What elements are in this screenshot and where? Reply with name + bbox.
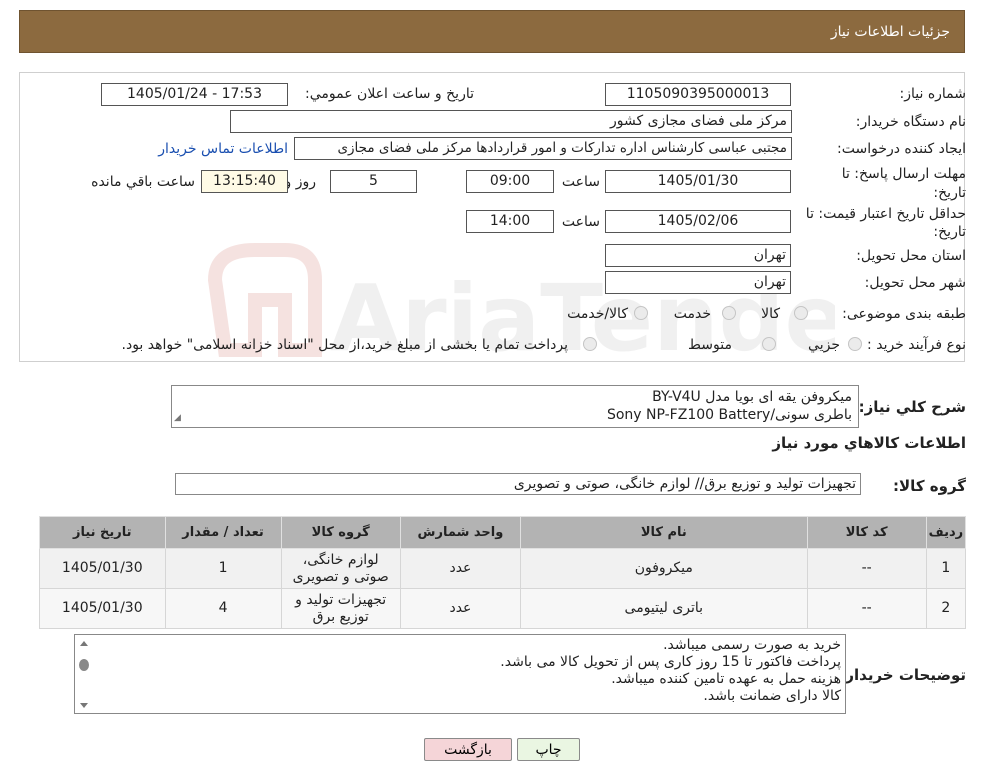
col-header-unit: واحد شمارش [399, 516, 522, 549]
cell-name: باتری لیتیومی [520, 588, 808, 629]
scroll-down-icon [80, 703, 88, 708]
validity-label: حداقل تاريخ اعتبار قيمت: تا [805, 206, 966, 222]
resize-handle-icon[interactable]: ◢ [174, 409, 181, 427]
col-header-name: نام کالا [520, 516, 808, 549]
province-field: تهران [605, 244, 791, 267]
days-label: روز و [284, 174, 317, 190]
col-header-code: کد کالا [806, 516, 927, 549]
announce-label: تاریخ و ساعت اعلان عمومي: [305, 86, 474, 102]
category-radio-goods-service[interactable] [634, 306, 648, 320]
cell-quantity: 1 [164, 548, 282, 589]
cell-unit: عدد [399, 548, 522, 589]
page-header: جزئیات اطلاعات نیاز [19, 10, 965, 53]
col-header-index: رديف [925, 516, 967, 549]
table-row: 2 -- باتری لیتیومی عدد تجهیزات تولید و ت… [39, 588, 967, 629]
remaining-time-field: 13:15:40 [201, 170, 288, 193]
back-button[interactable]: بازگشت [424, 738, 512, 761]
notes-line: خرید به صورت رسمی میباشد. [663, 637, 841, 653]
cell-group-line: صوتی و تصویری [292, 568, 389, 585]
days-remaining-field: 5 [330, 170, 417, 193]
summary-label: شرح کلي نياز: [858, 398, 966, 416]
cell-unit: عدد [399, 588, 522, 629]
deadline-time-field: 09:00 [466, 170, 554, 193]
goods-section-title: اطلاعات کالاهاي مورد نياز [772, 434, 966, 452]
buyer-notes-textarea[interactable]: خرید به صورت رسمی میباشد. پرداخت فاکتور … [74, 634, 846, 714]
cell-name: میکروفون [520, 548, 808, 589]
print-button[interactable]: چاپ [517, 738, 580, 761]
category-option-goods: کالا [761, 306, 780, 322]
remaining-label: ساعت باقي مانده [91, 174, 195, 190]
process-radio-medium[interactable] [762, 337, 776, 351]
cell-group: تجهیزات تولید و توزیع برق [280, 588, 401, 629]
cell-index: 1 [925, 548, 967, 589]
validity-date-field: 1405/02/06 [605, 210, 791, 233]
category-radio-goods[interactable] [794, 306, 808, 320]
cell-group-line: تجهیزات تولید و [295, 591, 387, 608]
notes-scrollbar[interactable] [75, 635, 93, 713]
deadline-date-field: 1405/01/30 [605, 170, 791, 193]
scroll-up-icon [80, 641, 88, 646]
cell-group-line: لوازم خانگی، [302, 551, 379, 568]
buyer-org-label: نام دستگاه خريدار: [855, 114, 966, 130]
process-radio-minor[interactable] [848, 337, 862, 351]
category-radio-service[interactable] [722, 306, 736, 320]
deadline-time-label: ساعت [561, 174, 600, 190]
cell-group-line: توزیع برق [312, 608, 369, 625]
notes-line: هزینه حمل به عهده تامین کننده میباشد. [611, 671, 841, 687]
process-checkbox-treasury[interactable] [583, 337, 597, 351]
summary-line: میکروفن یقه ای بویا مدل BY-V4U [652, 389, 852, 405]
cell-code: -- [806, 548, 927, 589]
contact-info-link[interactable]: اطلاعات تماس خريدار [158, 141, 288, 157]
creator-field: مجتبی عباسی کارشناس اداره تدارکات و امور… [294, 137, 792, 160]
city-field: تهران [605, 271, 791, 294]
summary-line: باطری سونی/Sony NP-FZ100 Battery [606, 407, 852, 423]
scroll-thumb [79, 659, 89, 671]
goods-group-label: گروه کالا: [893, 477, 966, 495]
buyer-org-field: مرکز ملی فضای مجازی کشور [230, 110, 792, 133]
city-label: شهر محل تحويل: [864, 275, 966, 291]
validity-time-label: ساعت [561, 214, 600, 230]
col-header-quantity: تعداد / مقدار [164, 516, 282, 549]
process-label: نوع فرآيند خريد : [867, 337, 966, 353]
deadline-label: مهلت ارسال پاسخ: تا [841, 166, 966, 182]
cell-index: 2 [925, 588, 967, 629]
col-header-date: تاريخ نياز [39, 516, 166, 549]
cell-date: 1405/01/30 [39, 548, 166, 589]
creator-label: ايجاد کننده درخواست: [837, 141, 966, 157]
cell-date: 1405/01/30 [39, 588, 166, 629]
category-option-goods-service: کالا/خدمت [567, 306, 628, 322]
process-note: پرداخت تمام يا بخشی از مبلغ خريد،از محل … [121, 337, 568, 353]
cell-quantity: 4 [164, 588, 282, 629]
table-row: 1 -- میکروفون عدد لوازم خانگی، صوتی و تص… [39, 548, 967, 589]
deadline-label-date: تاريخ: [933, 185, 966, 201]
page-title: جزئیات اطلاعات نیاز [830, 24, 950, 40]
items-table: رديف کد کالا نام کالا واحد شمارش گروه کا… [39, 516, 967, 629]
need-number-label: شماره نیاز: [899, 86, 967, 102]
province-label: استان محل تحويل: [856, 248, 966, 264]
process-option-minor: جزيي [808, 337, 840, 353]
need-number-field: 1105090395000013 [605, 83, 791, 106]
table-header-row: رديف کد کالا نام کالا واحد شمارش گروه کا… [39, 516, 967, 549]
category-option-service: خدمت [673, 306, 711, 322]
cell-code: -- [806, 588, 927, 629]
col-header-group: گروه کالا [280, 516, 401, 549]
goods-group-field: تجهیزات تولید و توزیع برق// لوازم خانگی،… [175, 473, 861, 495]
category-label: طبقه بندی موضوعی: [842, 306, 966, 322]
validity-label-date: تاريخ: [933, 224, 966, 240]
cell-group: لوازم خانگی، صوتی و تصویری [280, 548, 401, 589]
announce-field: 1405/01/24 - 17:53 [101, 83, 288, 106]
process-option-medium: متوسط [688, 337, 732, 353]
notes-line: پرداخت فاکتور تا 15 روز کاری پس از تحویل… [500, 654, 841, 670]
validity-time-field: 14:00 [466, 210, 554, 233]
buyer-notes-label: توضيحات خريدار: [839, 666, 966, 684]
notes-line: کالا دارای ضمانت باشد. [703, 688, 841, 704]
summary-textarea[interactable]: میکروفن یقه ای بویا مدل BY-V4U باطری سون… [171, 385, 859, 428]
buyer-notes-text: خرید به صورت رسمی میباشد. پرداخت فاکتور … [500, 637, 841, 705]
